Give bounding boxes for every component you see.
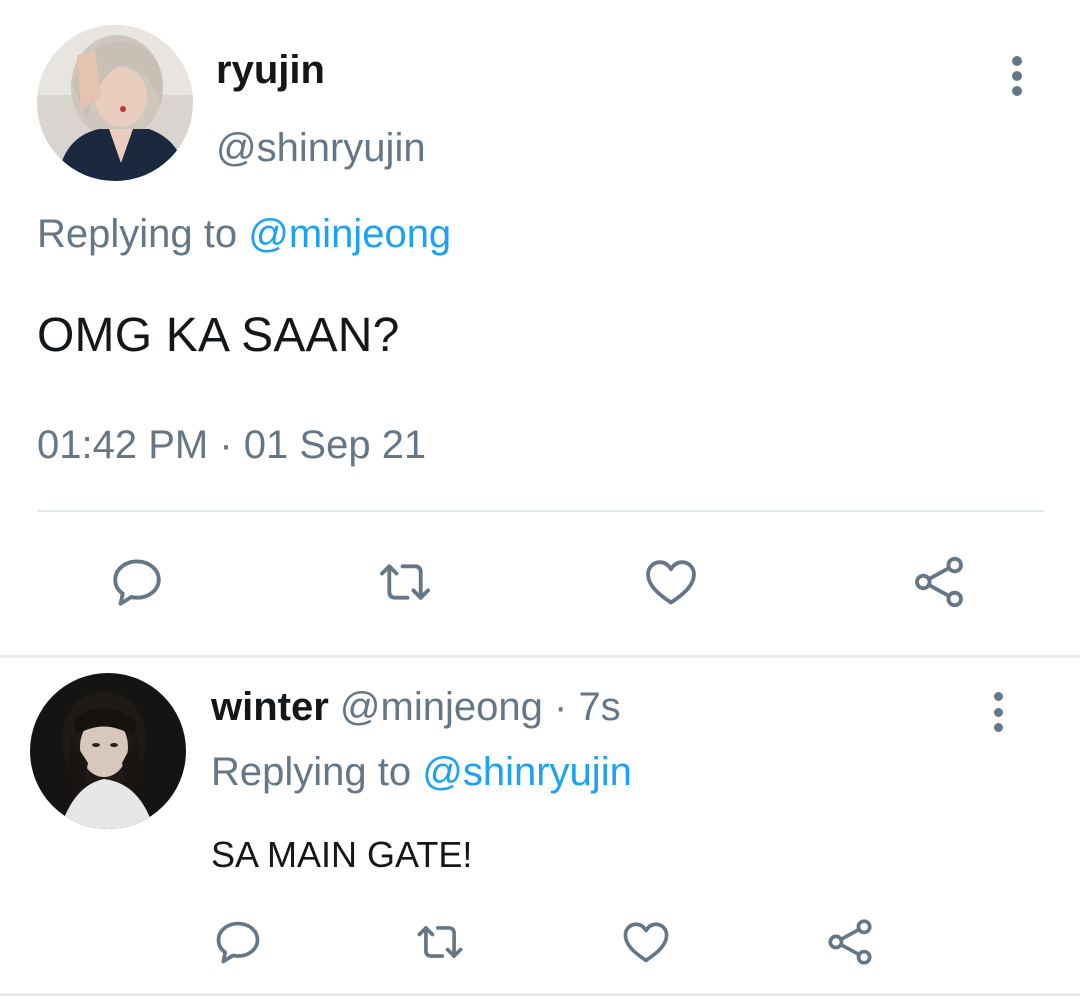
like-icon[interactable] bbox=[642, 553, 700, 611]
user-handle[interactable]: @minjeong bbox=[340, 685, 543, 729]
replying-mention[interactable]: @shinryujin bbox=[422, 750, 632, 794]
share-icon[interactable] bbox=[910, 553, 968, 611]
share-icon[interactable] bbox=[824, 916, 876, 968]
reply-icon[interactable] bbox=[212, 916, 264, 968]
replying-prefix: Replying to bbox=[37, 212, 238, 256]
retweet-icon[interactable] bbox=[376, 553, 434, 611]
dot bbox=[1012, 56, 1022, 66]
display-name[interactable]: ryujin bbox=[216, 48, 325, 93]
dot bbox=[993, 707, 1003, 717]
avatar[interactable] bbox=[30, 673, 186, 829]
retweet-icon[interactable] bbox=[414, 916, 466, 968]
user-handle[interactable]: @shinryujin bbox=[216, 126, 426, 171]
avatar[interactable] bbox=[37, 25, 193, 181]
profile-photo bbox=[30, 673, 186, 829]
meta-separator: · bbox=[553, 685, 568, 729]
profile-photo bbox=[37, 25, 193, 181]
dot bbox=[1012, 71, 1022, 81]
display-name[interactable]: winter bbox=[211, 685, 329, 729]
like-icon[interactable] bbox=[620, 916, 672, 968]
tweet-text: SA MAIN GATE! bbox=[211, 834, 473, 875]
replying-mention[interactable]: @minjeong bbox=[248, 212, 451, 256]
replying-to: Replying to @shinryujin bbox=[211, 750, 632, 795]
more-options-icon[interactable] bbox=[1005, 52, 1029, 100]
dot bbox=[1012, 86, 1022, 96]
reply-tweet[interactable]: winter @minjeong · 7s Replying to @shinr… bbox=[0, 658, 1080, 996]
meta-separator: · bbox=[219, 423, 233, 467]
tweet-date: 01 Sep 21 bbox=[243, 423, 427, 467]
reply-header: winter @minjeong · 7s bbox=[211, 685, 621, 730]
dot bbox=[993, 723, 1003, 732]
more-options-icon[interactable] bbox=[986, 688, 1010, 736]
tweet-age: 7s bbox=[578, 685, 621, 729]
replying-prefix: Replying to bbox=[211, 750, 412, 794]
reply-icon[interactable] bbox=[108, 553, 166, 611]
tweet-time: 01:42 PM bbox=[37, 423, 209, 467]
main-tweet: ryujin @shinryujin Replying to @minjeong… bbox=[0, 0, 1080, 655]
replying-to: Replying to @minjeong bbox=[37, 212, 451, 257]
dot bbox=[993, 692, 1003, 701]
tweet-timestamp: 01:42 PM · 01 Sep 21 bbox=[37, 423, 426, 468]
tweet-text: OMG KA SAAN? bbox=[37, 309, 400, 362]
divider bbox=[37, 510, 1044, 512]
